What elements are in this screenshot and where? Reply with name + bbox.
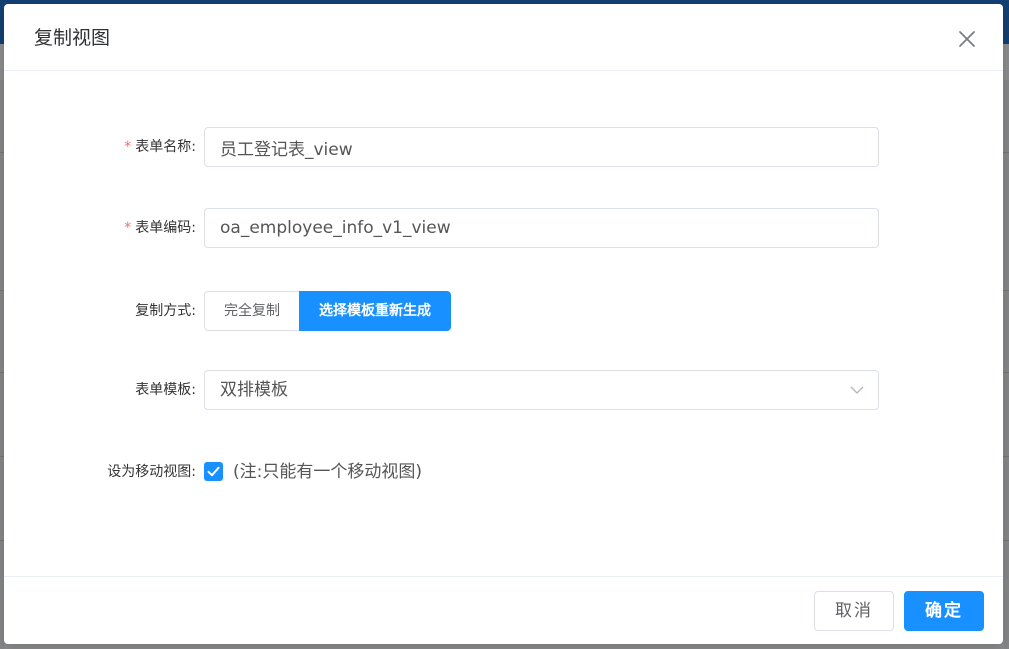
cancel-button[interactable]: 取消: [814, 591, 894, 631]
copy-mode-full-copy-button[interactable]: 完全复制: [204, 291, 299, 331]
check-icon: [207, 466, 220, 477]
form-row-table-code: * 表单编码:: [4, 208, 1003, 248]
template-label: 表单模板:: [135, 382, 196, 398]
copy-mode-template-regenerate-button[interactable]: 选择模板重新生成: [299, 291, 451, 331]
mobile-view-checkbox[interactable]: [204, 462, 223, 481]
copy-mode-label: 复制方式:: [135, 303, 196, 319]
dialog-title: 复制视图: [34, 27, 111, 49]
template-select[interactable]: 双排模板: [204, 370, 879, 410]
dialog-header: 复制视图: [4, 4, 1003, 71]
table-code-label: * 表单编码:: [124, 208, 196, 248]
mobile-view-note: (注:只能有一个移动视图): [233, 462, 422, 482]
dialog-footer: 取消 确定: [4, 576, 1003, 644]
form-row-copy-mode: 复制方式: 完全复制 选择模板重新生成: [4, 291, 1003, 331]
table-code-input[interactable]: [204, 208, 879, 248]
copy-view-dialog: 复制视图 *表单名称: *表单编码: 复制方式: 完全复制 选择模板重新生成 表…: [4, 4, 1003, 644]
copy-mode-radio-group: 完全复制 选择模板重新生成: [204, 291, 451, 331]
required-star: *: [124, 220, 132, 236]
form-row-table-name: * 表单名称:: [4, 127, 1003, 167]
table-name-input[interactable]: [204, 127, 879, 167]
table-name-label-text: 表单名称:: [135, 139, 196, 155]
chevron-down-icon: [850, 386, 864, 394]
table-code-label-text: 表单编码:: [135, 220, 196, 236]
form-row-mobile-view: 设为移动视图: (注:只能有一个移动视图): [4, 452, 1003, 492]
template-select-value: 双排模板: [220, 380, 288, 400]
close-icon[interactable]: [957, 29, 977, 49]
table-name-label: * 表单名称:: [124, 127, 196, 167]
required-star: *: [124, 139, 132, 155]
form-row-template: 表单模板: 双排模板: [4, 370, 1003, 410]
confirm-button[interactable]: 确定: [904, 591, 984, 631]
mobile-view-label: 设为移动视图:: [107, 464, 196, 480]
